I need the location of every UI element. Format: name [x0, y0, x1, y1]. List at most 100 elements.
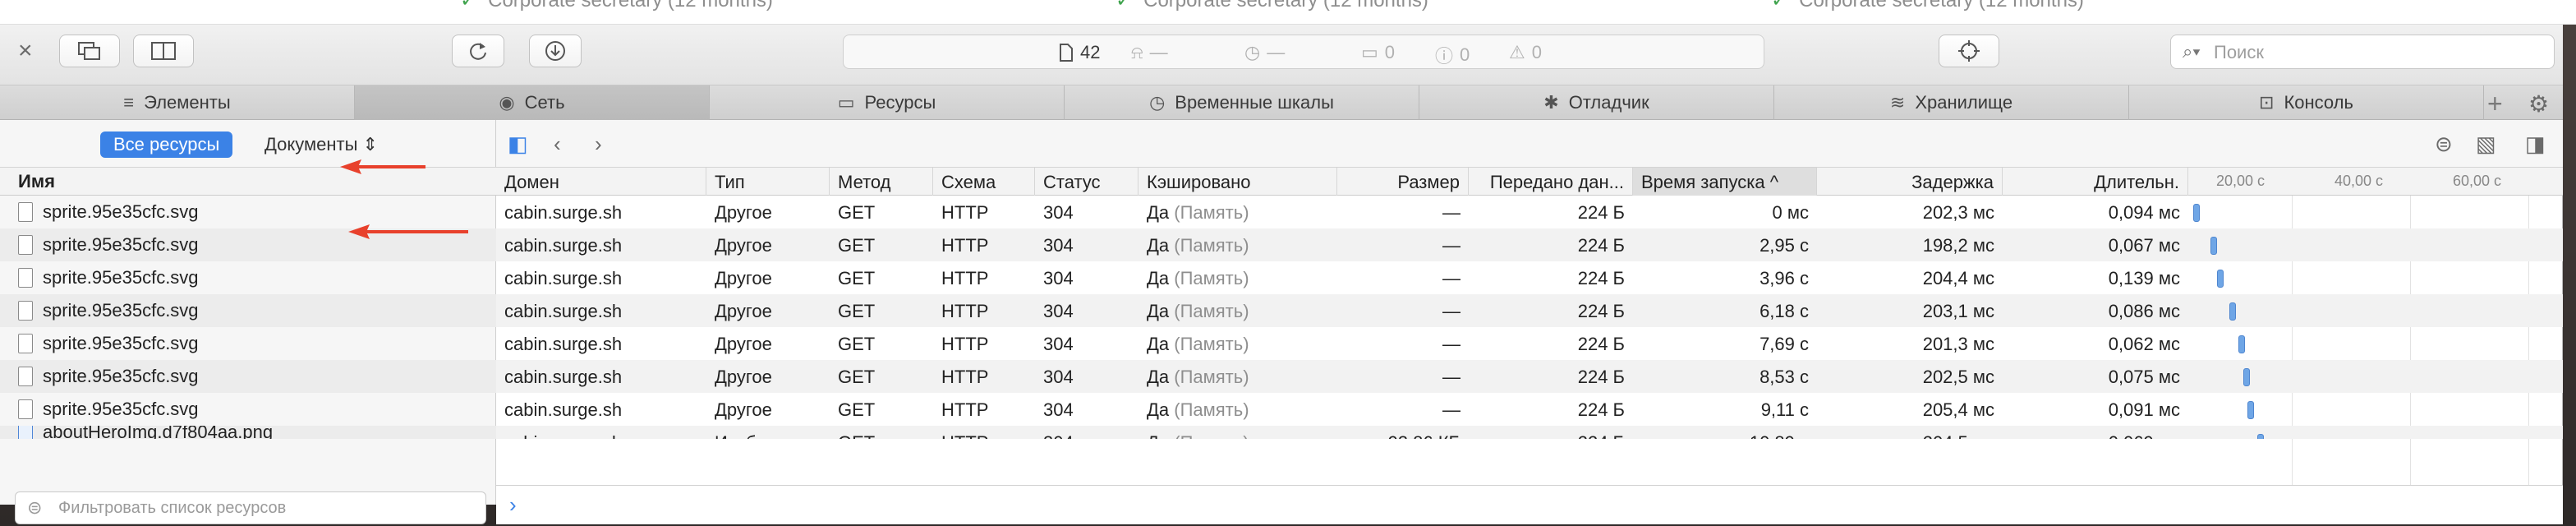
- cell-scheme: HTTP: [941, 268, 989, 288]
- cell-size: —: [1442, 334, 1460, 354]
- tab-elements[interactable]: ≡ Элементы: [0, 85, 355, 120]
- inspector-tab-bar: ≡ Элементы ◉ Сеть ▭ Ресурсы ◷ Временные шкал…: [0, 85, 2563, 120]
- waterfall-bar[interactable]: [2243, 368, 2251, 386]
- table-row[interactable]: cabin.surge.sh Другое GET HTTP 304 Да (Память…: [496, 360, 2563, 393]
- tab-debugger[interactable]: ✱ Отладчик: [1419, 85, 1774, 120]
- reload-button[interactable]: [452, 35, 504, 67]
- clear-cache-icon[interactable]: ⊜: [2435, 132, 2453, 157]
- cell-type: Другое: [715, 334, 772, 354]
- resources-icon: ▭: [837, 92, 855, 113]
- waterfall-bar[interactable]: [2257, 434, 2265, 439]
- file-icon: [18, 268, 33, 288]
- column-timeline[interactable]: 20,00 с 40,00 с 60,00 с: [2188, 168, 2563, 196]
- cell-size: 93,86 КБ: [1337, 426, 1469, 439]
- resource-file-name: sprite.95e35cfc.svg: [43, 201, 199, 222]
- resource-list-item[interactable]: sprite.95e35cfc.svg: [0, 294, 496, 327]
- load-time-status[interactable]: ◷ —: [1244, 42, 1285, 63]
- cell-status: 304: [1043, 301, 1074, 321]
- forward-arrow-icon[interactable]: ›: [595, 132, 602, 157]
- tab-network[interactable]: ◉ Сеть: [355, 85, 710, 120]
- tab-timelines[interactable]: ◷ Временные шкалы: [1065, 85, 1419, 120]
- resource-file-name: sprite.95e35cfc.svg: [43, 234, 199, 255]
- cell-start: 8,53 с: [1760, 367, 1809, 387]
- warnings-status[interactable]: ⚠ 0: [1509, 42, 1542, 63]
- waterfall-bar[interactable]: [2238, 335, 2246, 353]
- cached-flag: Да: [1147, 235, 1170, 256]
- table-row[interactable]: cabin.surge.shИзображ...GETHTTP304Да (Па…: [496, 426, 2563, 439]
- cell-size: —: [1442, 301, 1460, 321]
- dock-side-button[interactable]: [133, 35, 194, 67]
- column-start-time[interactable]: Время запуска ^: [1633, 168, 1817, 196]
- column-transferred[interactable]: Передано дан...: [1469, 168, 1633, 196]
- table-row[interactable]: cabin.surge.sh Другое GET HTTP 304 Да (Память…: [496, 261, 2563, 294]
- tab-resources[interactable]: ▭ Ресурсы: [710, 85, 1065, 120]
- waterfall-bar[interactable]: [2193, 204, 2200, 222]
- cell-latency: 204,4 мс: [1922, 268, 1994, 288]
- sidebar-toggle-icon[interactable]: ◧: [508, 132, 528, 157]
- search-icon: ⌕▾: [2183, 41, 2201, 62]
- webpage-behind: ✓ Corporate secretary (12 months) ✓ Corpor…: [0, 0, 2576, 25]
- all-resources-button[interactable]: Все ресурсы: [100, 132, 233, 158]
- table-row[interactable]: cabin.surge.sh Другое GET HTTP 304 Да (Память…: [496, 294, 2563, 327]
- table-row[interactable]: cabin.surge.sh Другое GET HTTP 304 Да (Память…: [496, 228, 2563, 261]
- resource-list-item[interactable]: sprite.95e35cfc.svg: [0, 360, 496, 393]
- column-status[interactable]: Статус: [1035, 168, 1138, 196]
- cell-status: 304: [1035, 426, 1138, 439]
- cell-scheme: HTTP: [933, 426, 1035, 439]
- column-latency[interactable]: Задержка: [1817, 168, 2003, 196]
- requests-status[interactable]: ⍾ —: [1131, 42, 1168, 63]
- column-cached[interactable]: Кэшировано: [1138, 168, 1337, 196]
- cell-size: —: [1442, 202, 1460, 223]
- table-row[interactable]: cabin.surge.sh Другое GET HTTP 304 Да (Память…: [496, 393, 2563, 426]
- cell-type: Другое: [715, 367, 772, 387]
- cached-location: (Память): [1174, 301, 1249, 321]
- inspect-element-button[interactable]: [1939, 35, 1999, 67]
- tab-storage[interactable]: ≋ Хранилище: [1774, 85, 2129, 120]
- cell-transferred: 224 Б: [1577, 202, 1625, 223]
- resource-list-item[interactable]: sprite.95e35cfc.svg: [0, 327, 496, 360]
- cell-method: GET: [830, 426, 933, 439]
- cell-scheme: HTTP: [941, 399, 989, 420]
- cell-transferred: 224 Б: [1577, 399, 1625, 420]
- cell-transferred: 224 Б: [1577, 301, 1625, 321]
- column-method[interactable]: Метод: [830, 168, 933, 196]
- waterfall-bar[interactable]: [2247, 401, 2254, 419]
- column-scheme[interactable]: Схема: [933, 168, 1035, 196]
- column-type[interactable]: Тип: [706, 168, 830, 196]
- cached-flag: Да: [1147, 268, 1170, 288]
- cell-domain: cabin.surge.sh: [504, 202, 623, 223]
- waterfall-bar[interactable]: [2210, 237, 2218, 255]
- annotation-arrow: [340, 159, 426, 174]
- search-input[interactable]: ⌕▾ Поиск: [2170, 35, 2555, 69]
- column-domain[interactable]: Домен: [496, 168, 706, 196]
- back-arrow-icon[interactable]: ‹: [554, 132, 561, 157]
- resources-count[interactable]: 42: [1059, 42, 1100, 63]
- resource-list-item[interactable]: sprite.95e35cfc.svg: [0, 393, 496, 426]
- console-prompt-bar[interactable]: ›: [496, 485, 2563, 524]
- waterfall-bar[interactable]: [2229, 302, 2237, 321]
- table-row[interactable]: cabin.surge.sh Другое GET HTTP 304 Да (Память…: [496, 327, 2563, 360]
- cell-domain: cabin.surge.sh: [504, 334, 623, 354]
- table-row[interactable]: cabin.surge.sh Другое GET HTTP 304 Да (Память…: [496, 196, 2563, 228]
- waterfall-bar[interactable]: [2216, 270, 2224, 288]
- close-icon[interactable]: ×: [18, 39, 33, 63]
- resource-filter-input[interactable]: ⊜ Фильтровать список ресурсов: [15, 491, 486, 524]
- split-view-icon: [151, 42, 176, 60]
- documents-select[interactable]: Документы ⇕: [264, 134, 378, 155]
- gear-icon[interactable]: ⚙: [2528, 90, 2549, 118]
- column-size[interactable]: Размер: [1337, 168, 1469, 196]
- cell-method: GET: [838, 301, 876, 321]
- resource-list-item[interactable]: sprite.95e35cfc.svg: [0, 261, 496, 294]
- download-button[interactable]: [529, 35, 582, 67]
- detach-window-button[interactable]: [59, 35, 120, 67]
- tab-console[interactable]: ⊡ Консоль: [2129, 85, 2484, 120]
- plus-icon[interactable]: +: [2487, 89, 2503, 119]
- timeline-tick-label: 20,00 с: [2216, 173, 2266, 189]
- errors-status[interactable]: ⓘ 0: [1435, 42, 1470, 68]
- details-panel-icon[interactable]: ◨: [2525, 132, 2546, 157]
- logs-status[interactable]: ▭ 0: [1361, 42, 1395, 63]
- resource-list-item[interactable]: aboutHeroImg.d7f804aa.png: [0, 426, 496, 439]
- network-nav-bar: ◧ ‹ › ⊜ ▧ ◨: [496, 120, 2563, 168]
- column-duration[interactable]: Длительн.: [2003, 168, 2188, 196]
- layout-icon[interactable]: ▧: [2476, 132, 2496, 157]
